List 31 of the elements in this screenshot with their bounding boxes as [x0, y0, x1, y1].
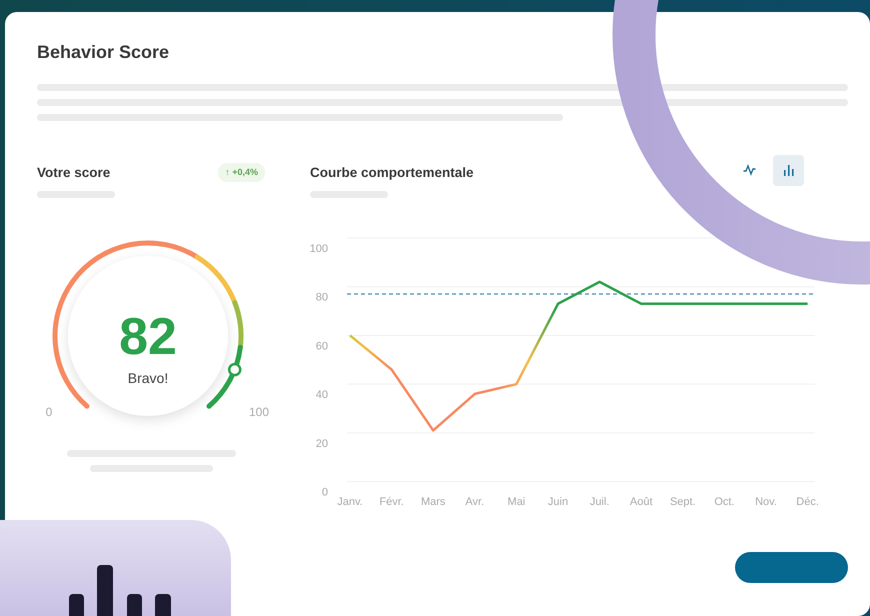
action-button[interactable] [735, 552, 848, 583]
gauge-max-label: 100 [248, 404, 270, 419]
chart-view-tab[interactable] [773, 154, 804, 186]
x-axis-label: Août [630, 496, 653, 508]
y-axis-label: 80 [316, 292, 328, 304]
y-axis-label: 0 [322, 486, 328, 498]
x-axis-label: Avr. [465, 496, 484, 508]
score-message: Bravo! [128, 370, 168, 386]
y-axis-label: 20 [316, 438, 328, 450]
x-axis-label: Févr. [379, 496, 404, 508]
x-axis-label: Mai [508, 496, 526, 508]
y-axis-label: 60 [316, 340, 328, 352]
x-axis-label: Janv. [337, 496, 363, 508]
x-axis-label: Nov. [755, 496, 777, 508]
y-axis-label: 100 [310, 242, 328, 255]
x-axis-label: Oct. [714, 496, 734, 508]
card-title: Behavior Score [37, 42, 170, 64]
x-axis-label: Juin [548, 496, 568, 508]
bar-chart-icon [782, 164, 795, 176]
x-axis-label: Mars [420, 496, 446, 508]
panel-title: Courbe comportementale [310, 164, 474, 182]
x-axis-label: Juil. [590, 496, 610, 508]
gauge-min-label: 0 [46, 404, 52, 419]
line-chart-icon [743, 164, 756, 176]
x-axis-label: Déc. [796, 496, 819, 508]
bar-chart-icon [69, 565, 173, 616]
x-axis-label: Sept. [670, 496, 696, 508]
panel-title: Votre score [37, 164, 110, 182]
score-value: 82 [119, 308, 177, 366]
trend-badge: ↑ +0,4% [218, 162, 265, 182]
y-axis-label: 40 [316, 389, 328, 401]
